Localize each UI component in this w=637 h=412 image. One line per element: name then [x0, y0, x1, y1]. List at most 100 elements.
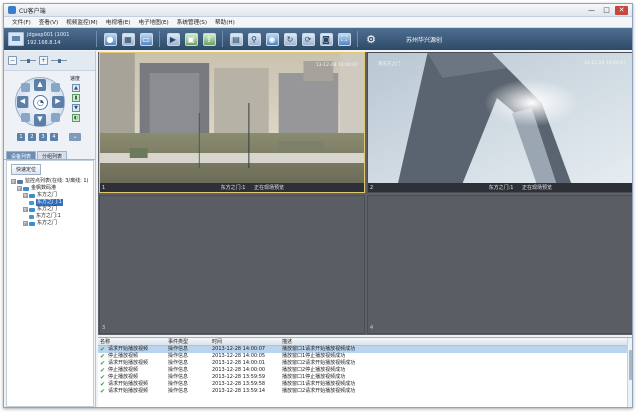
- search-icon[interactable]: ⚲: [247, 32, 261, 46]
- log-row[interactable]: ✔ 请求开始播放视频 操作信息 2013-12-28 14:00:07 播放窗口1请求开…: [98, 346, 632, 353]
- log-col-time[interactable]: 时间: [212, 338, 282, 345]
- tree-node[interactable]: ⊟ 东方之门: [7, 206, 93, 213]
- log-cell-name: ✔ 请求开始播放视频: [98, 381, 168, 388]
- zoom-out-icon[interactable]: −: [8, 56, 17, 65]
- tree-toggle-icon[interactable]: ⊟: [23, 207, 28, 212]
- tree-toggle-icon[interactable]: ⊟: [23, 193, 28, 198]
- menu-e-map[interactable]: 电子地图(E): [134, 18, 172, 26]
- cell-status-2: 正在现场预览: [522, 185, 553, 191]
- log-cell-time: 2013-12-28 14:00:00: [212, 367, 266, 373]
- log-cell-type: 操作信息: [168, 367, 189, 373]
- maximize-button[interactable]: □: [600, 6, 613, 15]
- speed-up-icon[interactable]: ▲: [72, 84, 80, 92]
- login-user-icon[interactable]: ●: [103, 32, 117, 46]
- device-icon: [23, 186, 29, 191]
- video-cell-4[interactable]: 4: [367, 195, 632, 334]
- log-cell-name: ✔ 停止播放视频: [98, 374, 168, 381]
- zoom-slider[interactable]: [20, 58, 36, 63]
- fullscreen-icon[interactable]: ⛶: [337, 32, 351, 46]
- tree-node[interactable]: 东方之门:1: [7, 199, 93, 206]
- log-row[interactable]: ✔ 请求开始播放视频 操作信息 2013-12-28 13:59:58 播放窗口1请求开…: [98, 381, 632, 388]
- tree-toggle-icon[interactable]: ⊟: [17, 186, 22, 191]
- tree-nodes: ⊟ 监控点列表(在线: 3/离线: 1) ⊟ 金枫数码港 ⊟ 东方之门 东方之门:1 ⊟ 东方之…: [7, 178, 93, 227]
- log-cell-name: ✔ 请求开始播放视频: [98, 388, 168, 395]
- log-row[interactable]: ✔ 请求开始播放视频 操作信息 2013-12-28 14:00:01 播放窗口2请求开…: [98, 360, 632, 367]
- menu-help[interactable]: 帮助(H): [211, 18, 239, 26]
- tree-node[interactable]: 东方之门:1: [7, 213, 93, 220]
- minimize-button[interactable]: —: [585, 6, 598, 15]
- tree-node[interactable]: ⊞ 东方之门: [7, 220, 93, 227]
- menu-file[interactable]: 文件(F): [8, 18, 35, 26]
- tree-toggle-icon[interactable]: ⊞: [23, 221, 28, 226]
- refresh-icon[interactable]: ↻: [283, 32, 297, 46]
- ptz-left-button[interactable]: ◀: [17, 96, 29, 108]
- preset-button-1[interactable]: 1: [17, 133, 25, 141]
- ptz-up-right-button[interactable]: [51, 83, 60, 92]
- speed-down-icon[interactable]: ▼: [72, 104, 80, 112]
- ptz-down-button[interactable]: ▼: [34, 114, 46, 126]
- ptz-up-button[interactable]: ▲: [34, 79, 46, 91]
- speed-level-icon[interactable]: ▮: [72, 94, 80, 102]
- menu-tv-wall[interactable]: 电视墙(E): [102, 18, 135, 26]
- log-col-name[interactable]: 名称: [98, 338, 168, 345]
- tree-node-label: 东方之门: [37, 206, 58, 212]
- preset-button-2[interactable]: 2: [28, 133, 36, 141]
- ptz-auto-button[interactable]: ◔: [33, 95, 48, 110]
- tree-toggle-icon[interactable]: ⊟: [11, 179, 16, 184]
- preset-button-3[interactable]: 3: [39, 133, 47, 141]
- log-row[interactable]: ✔ 停止播放视频 操作信息 2013-12-28 14:00:05 播放窗口1停止播放视…: [98, 353, 632, 360]
- iris-icon[interactable]: ◐: [72, 114, 80, 122]
- quick-locate-button[interactable]: 快速定位: [11, 164, 42, 175]
- log-row[interactable]: ✔ 停止播放视频 操作信息 2013-12-28 14:00:00 播放窗口2停止播放视…: [98, 367, 632, 374]
- focus-slider[interactable]: [51, 58, 67, 63]
- log-col-type[interactable]: 事件类型: [168, 338, 212, 345]
- video-cell-3[interactable]: 3: [99, 195, 365, 334]
- video-grid: 13-12-28 14:04:07 1 东方之门:1 正在现场预览 南东方之门 …: [98, 52, 632, 335]
- log-cell-type: 操作信息: [168, 381, 189, 387]
- log-cell-time: 2013-12-28 13:59:14: [212, 388, 266, 394]
- export-icon[interactable]: ⇪: [202, 32, 216, 46]
- snapshot-icon[interactable]: ◙: [319, 32, 333, 46]
- tab-device-list[interactable]: 设备列表: [6, 151, 37, 160]
- cell-number-3: 3: [102, 325, 106, 331]
- tree-node[interactable]: ⊟ 东方之门: [7, 192, 93, 199]
- camera-icon: [29, 214, 34, 219]
- tree-node[interactable]: ⊟ 监控点列表(在线: 3/离线: 1): [7, 178, 93, 185]
- tree-node-label: 金枫数码港: [31, 185, 57, 191]
- tree-node[interactable]: ⊟ 金枫数码港: [7, 185, 93, 192]
- menu-view[interactable]: 查看(V): [35, 18, 62, 26]
- ptz-up-left-button[interactable]: [21, 83, 30, 92]
- ptz-down-right-button[interactable]: [51, 113, 60, 122]
- video-cell-2[interactable]: 南东方之门 13-12-28 14:04:07 2 东方之门:1 正在现场预览: [367, 52, 632, 193]
- close-button[interactable]: ✕: [615, 5, 628, 15]
- menu-video-monitor[interactable]: 视频监控(M): [62, 18, 102, 26]
- ptz-down-left-button[interactable]: [21, 113, 30, 122]
- grid-layout-icon[interactable]: ▦: [121, 32, 135, 46]
- chevron-down-icon[interactable]: ⌄: [69, 133, 81, 141]
- ptz-right-button[interactable]: ▶: [52, 96, 64, 108]
- main-area: − + ▲ ◀ ◔ ▶ ▼ 速度 ▲ ▮ ▼ ◐ 1 2 3 4 ⌄ 设备列表 …: [4, 51, 632, 407]
- check-icon: ✔: [100, 353, 106, 360]
- preset-button-4[interactable]: 4: [50, 133, 58, 141]
- log-event-name: 请求开始播放视频: [108, 360, 149, 366]
- log-event-name: 停止播放视频: [108, 353, 139, 359]
- tab-group-list[interactable]: 分组列表: [37, 151, 68, 160]
- log-row[interactable]: ✔ 请求开始播放视频 操作信息 2013-12-28 13:59:14 播放窗口2请求开…: [98, 388, 632, 395]
- monitor-icon[interactable]: ▭: [139, 32, 153, 46]
- record-icon[interactable]: ▣: [184, 32, 198, 46]
- zoom-in-icon[interactable]: +: [39, 56, 48, 65]
- log-col-desc[interactable]: 描述: [282, 338, 618, 345]
- log-row[interactable]: ✔ 停止播放视频 操作信息 2013-12-28 13:59:59 播放窗口1停止播放视…: [98, 374, 632, 381]
- video-cell-1[interactable]: 13-12-28 14:04:07 1 东方之门:1 正在现场预览: [99, 52, 365, 193]
- log-cell-desc: 播放窗口1请求开始播放视频成功: [282, 381, 356, 387]
- log-scrollbar[interactable]: [627, 338, 632, 407]
- menu-system-admin[interactable]: 系统管理(S): [173, 18, 211, 26]
- camera-icon: [29, 200, 34, 205]
- playback-icon[interactable]: ▶: [166, 32, 180, 46]
- window-layout-icon[interactable]: ▤: [229, 32, 243, 46]
- window-controls: — □ ✕: [585, 5, 628, 15]
- gear-icon[interactable]: ⚙: [365, 33, 378, 46]
- sync-icon[interactable]: ⟳: [301, 32, 315, 46]
- tree-root-icon: [17, 179, 23, 184]
- map-pin-icon[interactable]: ◉: [265, 32, 279, 46]
